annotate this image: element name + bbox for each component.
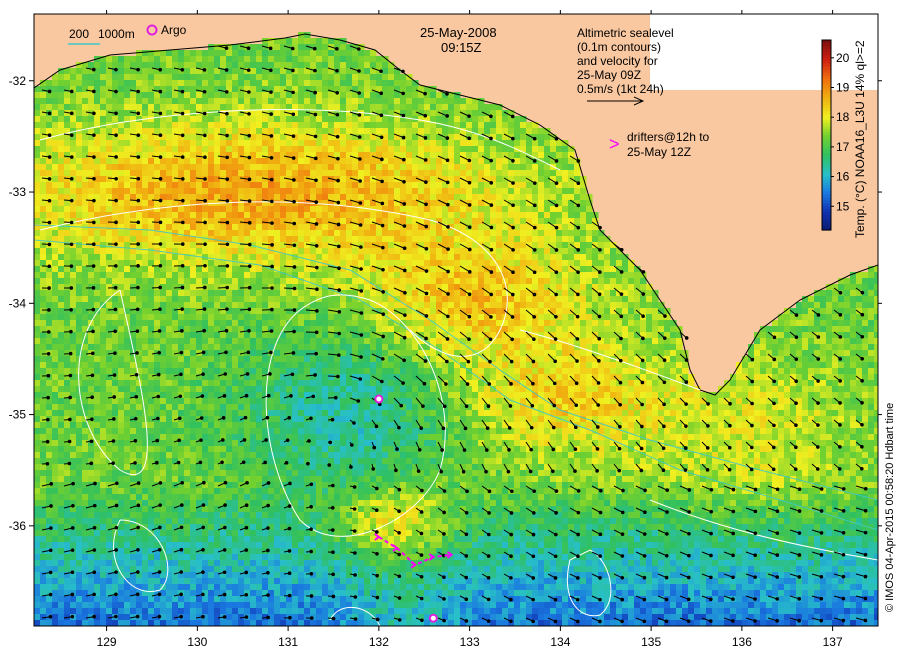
x-tick-label: 135 [641, 635, 661, 649]
x-tick-label: 132 [369, 635, 389, 649]
altimetry-line-2: (0.1m contours) [577, 40, 661, 54]
y-tick-label: -33 [9, 185, 27, 199]
y-tick-label: -32 [9, 74, 27, 88]
colorbar-tick-label: 17 [836, 140, 850, 154]
colorbar-tick-label: 15 [836, 199, 850, 213]
drifter-legend-line-2: 25-May 12Z [627, 145, 691, 159]
altimetry-line-5: 0.5m/s (1kt 24h) [577, 82, 664, 96]
x-tick-label: 136 [732, 635, 752, 649]
y-tick-label: -34 [9, 296, 27, 310]
x-tick-label: 133 [460, 635, 480, 649]
credit-text: © IMOS 04-Apr-2015 00:58:20 Hdbart time [884, 403, 896, 612]
sst-map: 129 130 131 132 133 134 135 136 137 -32 -33 -34 -35… [9, 10, 896, 649]
colorbar-tick-label: 19 [836, 81, 850, 95]
colorbar-tick-label: 18 [836, 110, 850, 124]
x-tick-label: 131 [278, 635, 298, 649]
colorbar-label: Temp. (°C) NOAA16_L3U 14% ql>=2 [853, 40, 867, 238]
isobath-legend-1000: 1000m [98, 27, 135, 41]
x-tick-label: 130 [187, 635, 207, 649]
y-tick-label: -35 [9, 408, 27, 422]
map-date: 25-May-2008 [420, 25, 497, 40]
colorbar-tick-label: 16 [836, 170, 850, 184]
y-tick-label: -36 [9, 519, 27, 533]
altimetry-line-1: Altimetric sealevel [577, 26, 674, 40]
altimetry-line-4: 25-May 09Z [577, 68, 641, 82]
altimetry-line-3: and velocity for [577, 54, 658, 68]
isobath-legend-200: 200 [69, 27, 89, 41]
x-tick-label: 137 [823, 635, 843, 649]
argo-legend-label: Argo [161, 23, 187, 37]
colorbar-tick-label: 20 [836, 51, 850, 65]
x-tick-label: 134 [550, 635, 570, 649]
drifter-legend-icon: > [609, 134, 620, 154]
drifter-legend-line-1: drifters@12h to [627, 130, 710, 144]
map-time: 09:15Z [441, 40, 482, 55]
x-tick-label: 129 [97, 635, 117, 649]
